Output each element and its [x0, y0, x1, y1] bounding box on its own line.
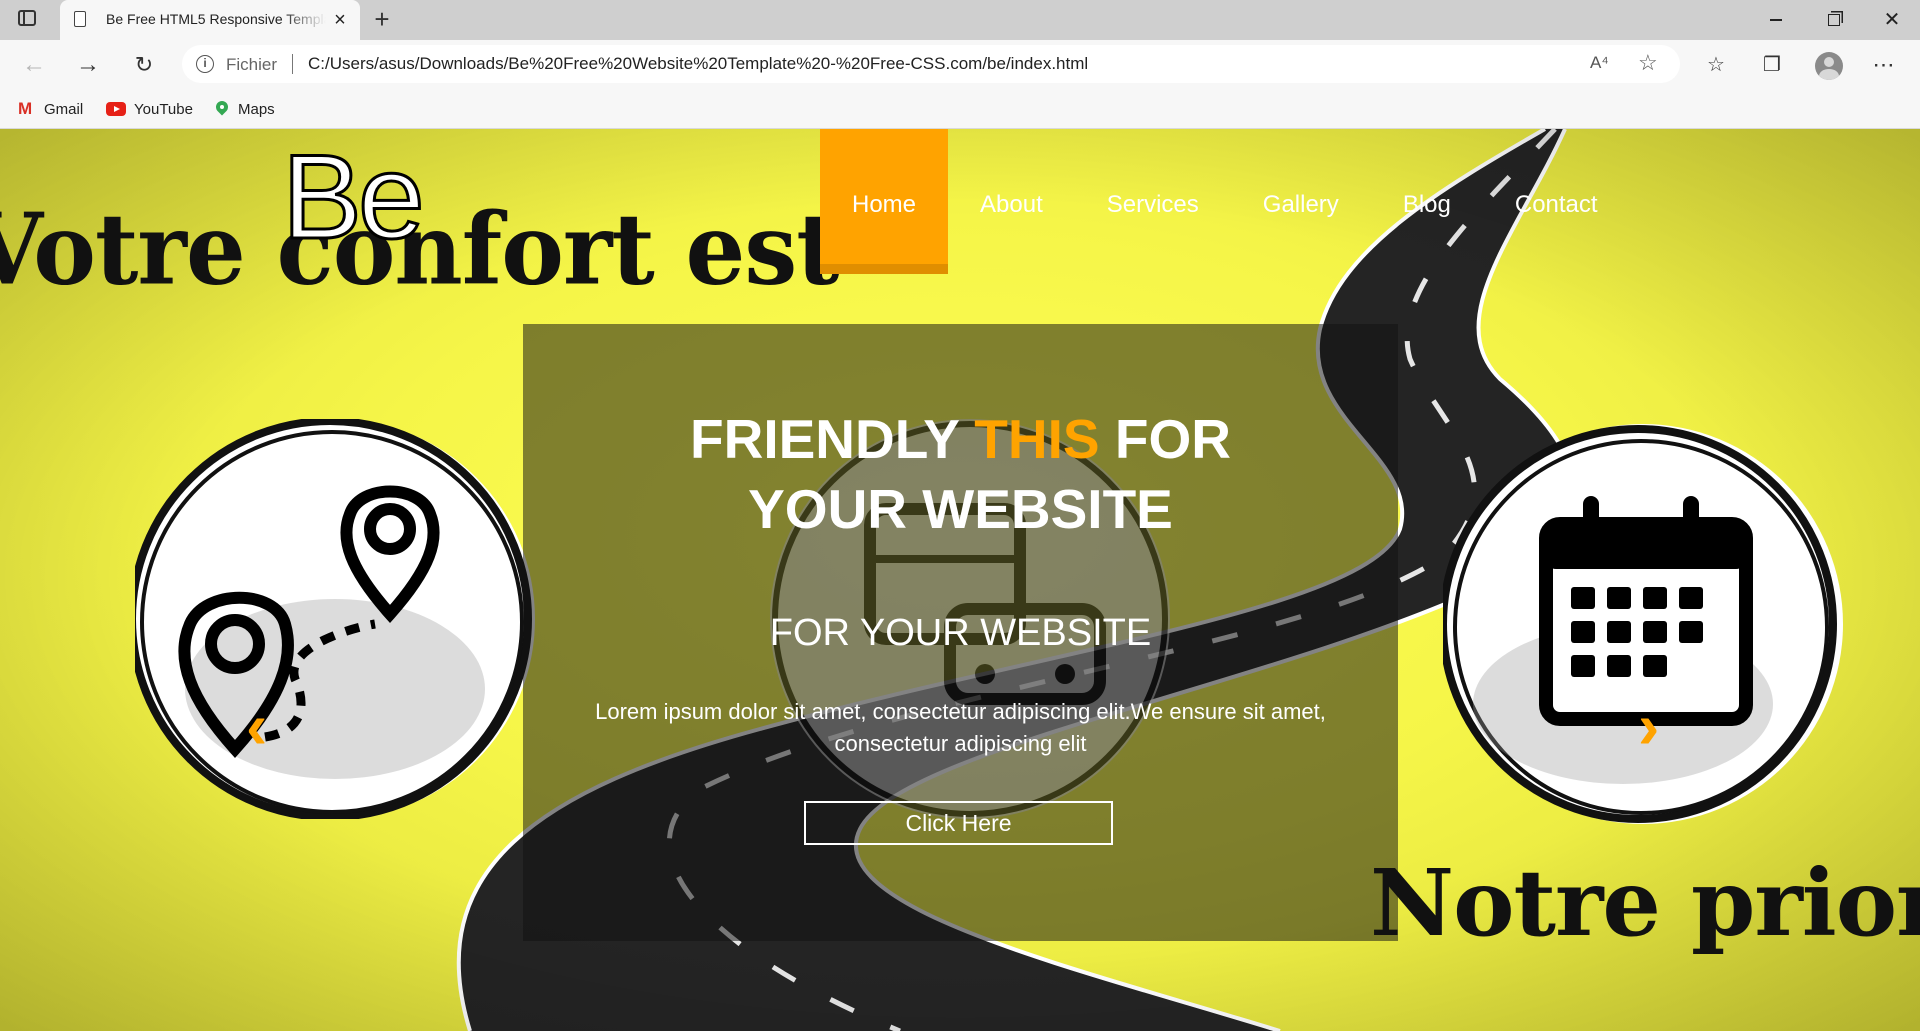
bookmark-gmail[interactable]: Gmail	[18, 99, 83, 119]
read-aloud-icon[interactable]: A⁴	[1590, 53, 1609, 73]
bookmarks-bar: Gmail YouTube Maps	[0, 90, 1920, 129]
gmail-icon	[18, 99, 36, 119]
add-favorite-icon[interactable]: ☆	[1638, 50, 1658, 76]
click-here-button[interactable]: Click Here	[804, 801, 1113, 845]
minimize-icon	[1770, 19, 1782, 21]
collections-icon[interactable]: ❐	[1756, 49, 1788, 81]
avatar	[1815, 51, 1843, 80]
nav-item-gallery[interactable]: Gallery	[1231, 129, 1371, 274]
browser-tab[interactable]: Be Free HTML5 Responsive Template ×	[60, 0, 360, 40]
favorites-icon[interactable]: ☆	[1700, 49, 1732, 81]
site-logo[interactable]: Be	[281, 136, 427, 259]
bookmark-maps[interactable]: Maps	[214, 99, 275, 119]
restore-button[interactable]	[1806, 0, 1862, 40]
url-text[interactable]: C:/Users/asus/Downloads/Be%20Free%20Webs…	[308, 54, 1088, 74]
bookmark-label: YouTube	[134, 100, 193, 118]
main-navigation: Home About Services Gallery Blog Contact	[820, 129, 1630, 274]
nav-item-blog[interactable]: Blog	[1371, 129, 1483, 274]
address-bar[interactable]: i Fichier C:/Users/asus/Downloads/Be%20F…	[182, 45, 1680, 83]
carousel-prev-arrow-icon[interactable]: ‹	[246, 694, 267, 758]
nav-item-contact[interactable]: Contact	[1483, 129, 1630, 274]
page-icon	[74, 11, 86, 27]
hero-overlay-panel: FRIENDLY THIS FOR YOUR WEBSITE FOR YOUR …	[523, 324, 1398, 941]
profile-button[interactable]	[1813, 49, 1845, 81]
back-button[interactable]: ←	[18, 49, 50, 81]
close-window-button[interactable]: ✕	[1864, 0, 1920, 40]
background-slogan-bottom: Notre priorité	[1370, 849, 1920, 957]
carousel-next-arrow-icon[interactable]: ›	[1638, 694, 1659, 758]
forward-button[interactable]: →	[72, 49, 104, 81]
tab-actions-icon[interactable]	[18, 10, 36, 26]
bookmark-youtube[interactable]: YouTube	[106, 99, 193, 119]
hero-description: Lorem ipsum dolor sit amet, consectetur …	[595, 699, 1326, 756]
protocol-label: Fichier	[226, 55, 278, 74]
nav-item-home[interactable]: Home	[820, 129, 949, 274]
nav-item-services[interactable]: Services	[1075, 129, 1231, 274]
maps-icon	[214, 101, 230, 117]
headline-part-2: FOR	[1099, 408, 1231, 470]
minimize-button[interactable]	[1748, 0, 1804, 40]
new-tab-button[interactable]: +	[368, 5, 396, 33]
site-info-icon[interactable]: i	[196, 55, 214, 73]
calendar-icon	[1443, 425, 1837, 823]
more-menu-icon[interactable]: ⋯	[1868, 49, 1900, 81]
hero-headline: FRIENDLY THIS FOR YOUR WEBSITE	[523, 404, 1398, 544]
address-separator	[292, 54, 293, 74]
youtube-icon	[106, 102, 126, 116]
headline-part-1: FRIENDLY	[690, 408, 975, 470]
bookmark-label: Gmail	[44, 100, 84, 118]
tab-close-button[interactable]: ×	[328, 8, 352, 32]
calendar-feature-image	[1443, 424, 1843, 824]
browser-titlebar: Be Free HTML5 Responsive Template × + ✕	[0, 0, 1920, 40]
website-viewport: Votre confort est Notre priorité	[0, 129, 1920, 1031]
restore-icon	[1828, 13, 1840, 26]
browser-toolbar: ← → ↻ i Fichier C:/Users/asus/Downloads/…	[0, 40, 1920, 90]
reload-button[interactable]: ↻	[128, 49, 160, 81]
headline-line-2: YOUR WEBSITE	[748, 478, 1173, 540]
hero-subheadline: FOR YOUR WEBSITE	[769, 612, 1152, 654]
location-pin-icon	[135, 419, 532, 819]
bookmark-label: Maps	[238, 100, 275, 118]
tab-title: Be Free HTML5 Responsive Template	[106, 11, 326, 27]
nav-item-about[interactable]: About	[948, 129, 1075, 274]
headline-accent: THIS	[974, 408, 1100, 470]
location-feature-image	[135, 419, 535, 819]
